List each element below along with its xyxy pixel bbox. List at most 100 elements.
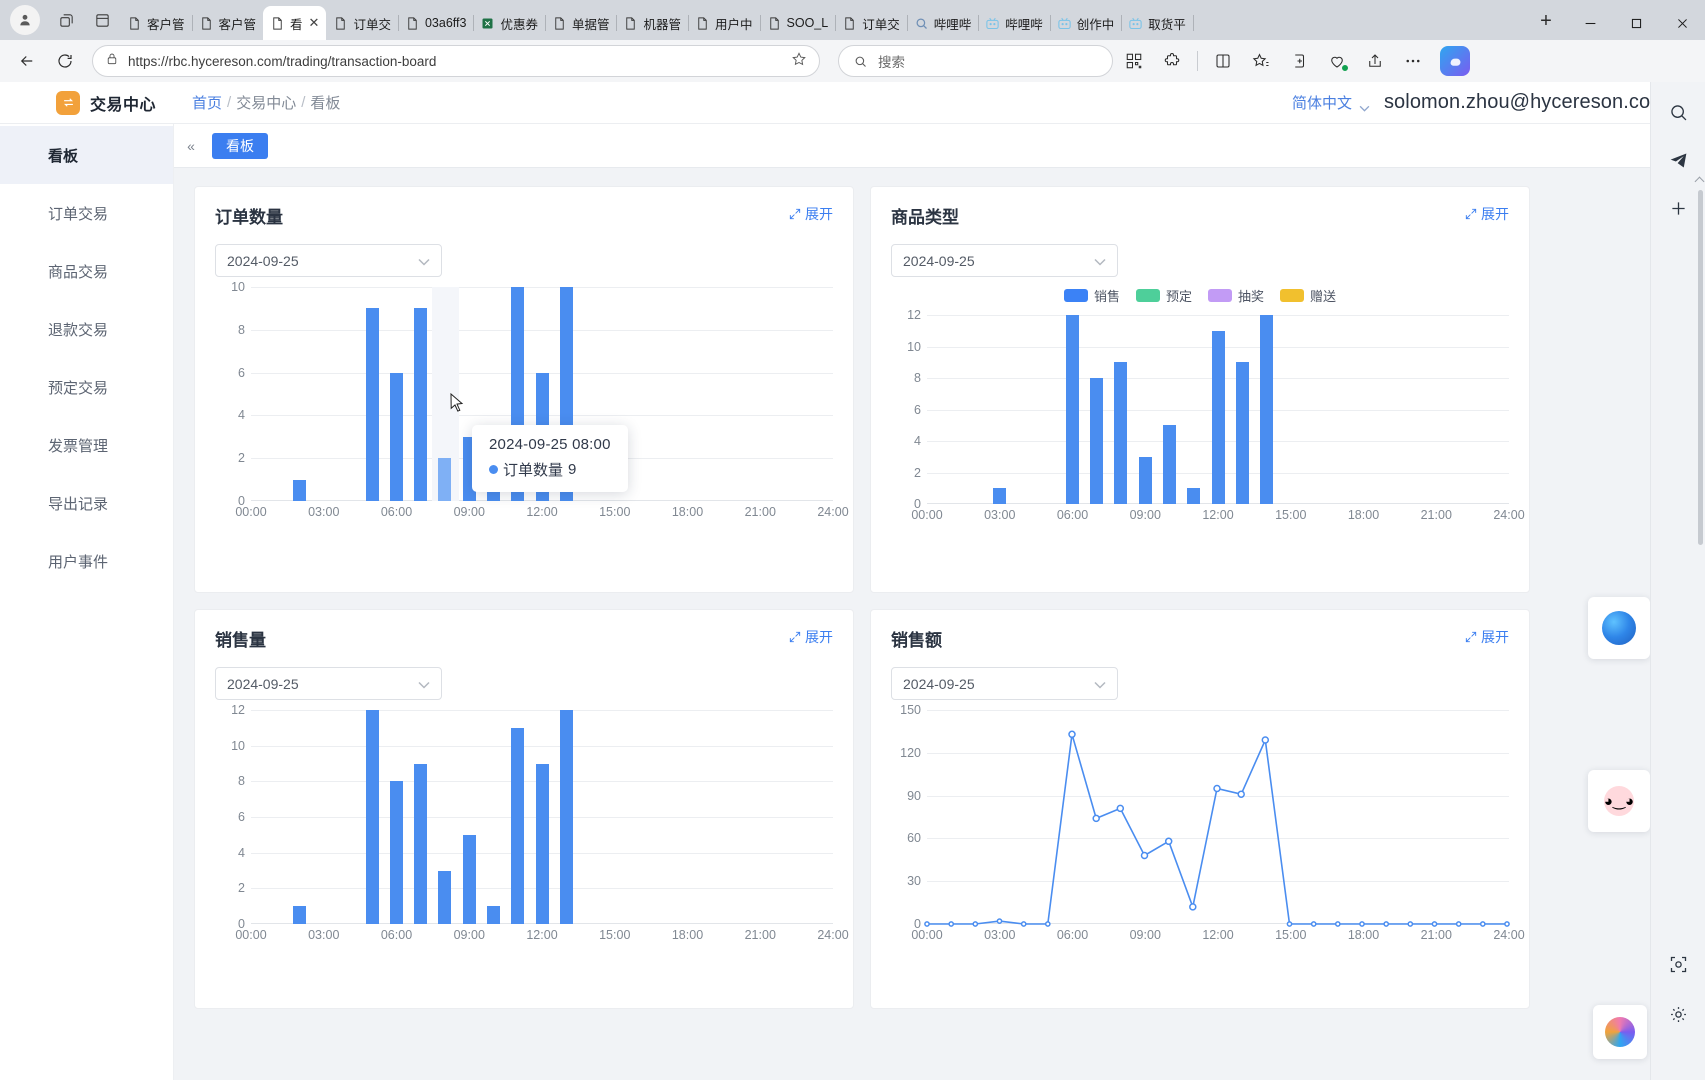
browser-tab[interactable]: 机器管 [616,6,689,40]
address-bar[interactable]: https://rbc.hycereson.com/trading/transa… [92,45,820,77]
browser-tab[interactable]: 哔哩哔 [907,6,980,40]
expand-button[interactable]: 展开 [788,627,833,647]
bar[interactable] [438,870,452,924]
sidebar-screenshot-button[interactable] [1651,940,1705,988]
bar[interactable] [1235,362,1249,504]
collections-button[interactable] [1282,44,1316,78]
share-button[interactable] [1358,44,1392,78]
date-picker-product-type[interactable]: 2024-09-25 [891,244,1118,277]
bar[interactable] [365,710,379,924]
legend-item-3[interactable]: 赠送 [1280,286,1336,305]
bar[interactable] [1114,362,1128,504]
sidebar-item-2[interactable]: 商品交易 [0,242,173,300]
bar[interactable] [1163,425,1176,504]
floating-colorful-widget[interactable] [1593,1005,1647,1059]
close-button[interactable] [1659,7,1705,40]
qr-code-button[interactable] [1117,44,1151,78]
browser-tab[interactable]: 03a6ff3 [398,6,475,40]
sidebar-item-0[interactable]: 看板 [0,126,173,184]
bar[interactable] [1260,315,1273,504]
sidebar-search-button[interactable] [1651,88,1705,136]
data-point[interactable] [1189,903,1197,911]
data-point[interactable] [996,918,1003,924]
bar[interactable] [535,763,549,924]
sidebar-item-7[interactable]: 用户事件 [0,532,173,590]
browser-tab[interactable]: 优惠券 [473,6,546,40]
split-screen-button[interactable] [1206,44,1240,78]
bar[interactable] [1187,488,1201,504]
browser-tab[interactable]: 客户管 [120,6,193,40]
sidebar-item-6[interactable]: 导出记录 [0,474,173,532]
bar[interactable] [462,834,476,924]
browser-tab[interactable]: 单据管 [545,6,618,40]
data-point[interactable] [1068,730,1076,739]
sidebar-item-5[interactable]: 发票管理 [0,416,173,474]
date-picker-sales-volume[interactable]: 2024-09-25 [215,667,442,700]
expand-button[interactable]: 展开 [1464,204,1509,224]
settings-more-button[interactable] [1396,44,1430,78]
expand-button[interactable]: 展开 [1464,627,1509,647]
tab-close-button[interactable]: ✕ [309,15,320,31]
browser-tab-active[interactable]: 看 ✕ [263,6,327,40]
bar[interactable] [292,479,306,501]
bar[interactable] [414,308,428,501]
browser-tab[interactable]: SOO_L [760,6,837,40]
browser-essentials-button[interactable] [1320,44,1354,78]
minimize-button[interactable] [1567,7,1613,40]
bar[interactable] [1090,378,1104,504]
breadcrumb-section[interactable]: 交易中心 [236,92,296,113]
bar[interactable] [1138,456,1152,504]
date-picker-order-count[interactable]: 2024-09-25 [215,244,442,277]
browser-tab[interactable]: 取货平 [1121,6,1194,40]
sidebar-telegram-button[interactable] [1651,136,1705,184]
data-point[interactable] [1237,790,1245,798]
bar[interactable] [511,727,525,924]
back-button[interactable] [10,44,44,78]
user-email[interactable]: solomon.zhou@hycereson.com [1384,91,1667,114]
extensions-button[interactable] [1155,44,1189,78]
reload-button[interactable] [48,44,82,78]
browser-tab[interactable]: 订单交 [835,6,908,40]
bar[interactable] [1066,315,1079,504]
bar[interactable] [390,372,403,501]
language-selector[interactable]: 简体中文 [1292,92,1370,113]
collapse-sidebar-button[interactable]: « [174,138,208,154]
browser-tab[interactable]: 创作中 [1050,6,1123,40]
sidebar-item-3[interactable]: 退款交易 [0,300,173,358]
data-point[interactable] [1164,837,1173,846]
new-tab-button[interactable]: + [1531,6,1561,36]
bar[interactable] [1211,330,1225,504]
tab-kanban[interactable]: 看板 [212,132,268,159]
browser-tab[interactable]: 客户管 [192,6,265,40]
browser-tab[interactable]: 订单交 [326,6,399,40]
legend-item-2[interactable]: 抽奖 [1208,286,1264,305]
bar[interactable] [390,781,403,924]
expand-button[interactable]: 展开 [788,204,833,224]
favorites-button[interactable] [1244,44,1278,78]
date-picker-sales-amount[interactable]: 2024-09-25 [891,667,1118,700]
tab-search-icon-button[interactable] [51,5,81,35]
sidebar-add-button[interactable] [1651,184,1705,232]
data-point[interactable] [1261,736,1270,744]
bar[interactable] [292,906,306,924]
copilot-button[interactable] [1440,46,1470,76]
breadcrumb-home[interactable]: 首页 [192,92,222,113]
floating-assistant-orb[interactable] [1588,597,1650,659]
legend-item-0[interactable]: 销售 [1063,286,1120,305]
legend-item-1[interactable]: 预定 [1135,286,1192,305]
browser-tab[interactable]: 用户中 [688,6,761,40]
vertical-tabs-icon-button[interactable] [87,5,117,35]
data-point[interactable] [1116,804,1125,813]
bar[interactable] [559,710,573,924]
maximize-button[interactable] [1613,7,1659,40]
sidebar-item-1[interactable]: 订单交易 [0,184,173,242]
sidebar-settings-button[interactable] [1651,990,1705,1038]
data-point[interactable] [1213,784,1221,793]
floating-chat-widget[interactable]: ◕‿◕ [1588,770,1650,832]
sidebar-item-4[interactable]: 预定交易 [0,358,173,416]
profile-avatar-button[interactable] [10,5,40,35]
bar[interactable] [487,906,500,924]
data-point[interactable] [1140,851,1149,860]
bar[interactable] [414,763,428,924]
page-scrollbar[interactable] [1698,190,1703,545]
